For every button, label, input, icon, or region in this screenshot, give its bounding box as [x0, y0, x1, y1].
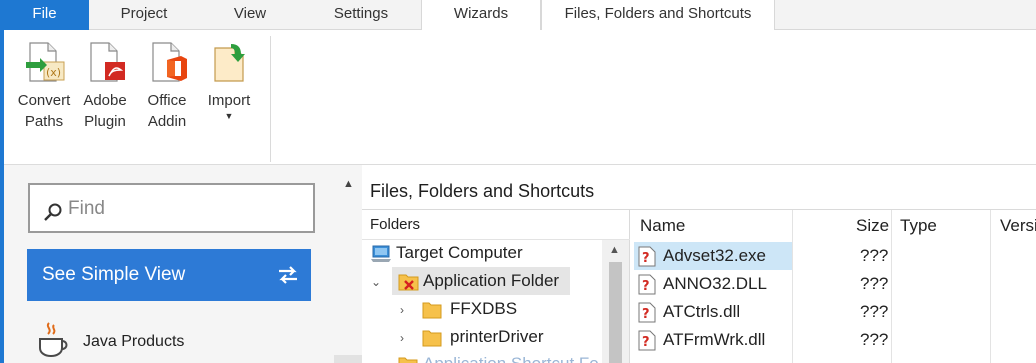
file-name: ATFrmWrk.dll — [663, 330, 766, 349]
file-name: Advset32.exe — [663, 246, 767, 265]
tree-label: Target Computer — [396, 243, 523, 262]
import-icon — [214, 44, 245, 82]
tab-view[interactable]: View — [199, 0, 301, 30]
convert-paths-icon: (x) — [26, 42, 65, 82]
column-header-size[interactable]: Size — [856, 210, 889, 242]
unknown-file-icon: ? — [638, 302, 656, 323]
file-size: ??? — [860, 330, 889, 349]
folder-error-icon — [398, 274, 419, 291]
convert-label-2: Paths — [24, 113, 64, 130]
office-label-2: Addin — [147, 113, 187, 130]
unknown-file-icon: ? — [638, 330, 656, 351]
scroll-up-arrow[interactable]: ▲ — [343, 178, 354, 190]
tree-item-printerdriver[interactable]: › printerDriver — [362, 323, 602, 351]
file-row[interactable]: ? Advset32.exe ??? — [632, 242, 1036, 270]
tree-item-ffxdbs[interactable]: › FFXDBS — [362, 295, 602, 323]
folder-icon — [422, 302, 442, 319]
accent-strip — [0, 30, 4, 165]
folders-tree: Folders Target Computer ⌄ Application Fo… — [362, 210, 630, 363]
java-products-item[interactable]: Java Products — [27, 322, 317, 363]
ribbon-group-separator — [270, 36, 271, 162]
adobe-plugin-button[interactable]: Adobe Plugin — [73, 38, 137, 132]
office-addin-button[interactable]: Office Addin — [135, 38, 199, 132]
file-size: ??? — [860, 302, 889, 321]
office-icon — [152, 42, 187, 82]
tree-label: FFXDBS — [450, 299, 518, 318]
search-icon — [44, 203, 62, 221]
svg-text:(x): (x) — [46, 66, 61, 79]
office-label-1: Office — [147, 92, 187, 109]
ribbon-panel: (x) Convert Paths Adobe Plugin Office Ad… — [0, 30, 1036, 165]
file-size: ??? — [860, 246, 889, 265]
search-box[interactable] — [28, 183, 315, 233]
folder-icon — [398, 357, 418, 363]
file-name: ANNO32.DLL — [663, 274, 767, 293]
page-title: Files, Folders and Shortcuts — [370, 181, 595, 201]
file-name: ATCtrls.dll — [663, 302, 741, 321]
scroll-up-arrow[interactable]: ▲ — [609, 244, 620, 256]
file-row[interactable]: ? ATCtrls.dll ??? — [632, 298, 1036, 326]
file-size: ??? — [860, 274, 889, 293]
pane-splitter[interactable]: ▲ — [334, 165, 362, 363]
column-header-version[interactable]: Versi — [1000, 210, 1036, 242]
tab-file[interactable]: File — [0, 0, 89, 30]
expand-arrow-icon[interactable]: › — [400, 324, 404, 352]
tree-label: Application Folder — [423, 271, 560, 290]
tab-project[interactable]: Project — [89, 0, 199, 30]
left-navigation-pane: See Simple View Java Products — [0, 165, 334, 363]
import-dropdown-caret[interactable]: ▼ — [197, 111, 261, 121]
column-header-name[interactable]: Name — [640, 210, 685, 242]
file-row[interactable]: ? ANNO32.DLL ??? — [632, 270, 1036, 298]
folders-header: Folders — [370, 216, 421, 233]
convert-paths-button[interactable]: (x) Convert Paths — [12, 38, 76, 132]
computer-icon — [371, 245, 391, 262]
tree-scrollbar[interactable]: ▲ — [602, 240, 629, 363]
scrollbar-track[interactable] — [334, 355, 362, 363]
tab-wizards[interactable]: Wizards — [421, 0, 541, 31]
svg-text:?: ? — [642, 335, 650, 350]
see-simple-view-button[interactable]: See Simple View — [27, 249, 311, 301]
scrollbar-thumb[interactable] — [609, 262, 622, 363]
java-products-label: Java Products — [83, 333, 185, 350]
expand-arrow-icon[interactable]: › — [400, 296, 404, 324]
simple-view-label: See Simple View — [42, 264, 186, 285]
adobe-label-2: Plugin — [84, 113, 126, 130]
adobe-label-1: Adobe — [83, 92, 127, 109]
tree-label: printerDriver — [450, 327, 544, 346]
ribbon-tab-bar: File Project View Settings Wizards Files… — [0, 0, 1036, 31]
convert-label-1: Convert — [17, 92, 71, 109]
folder-icon — [422, 330, 442, 347]
java-cup-icon — [39, 322, 68, 358]
search-input[interactable] — [68, 195, 298, 223]
adobe-pdf-icon — [90, 42, 125, 82]
files-list: Name Size Type Versi ? Advset32.exe ??? … — [632, 210, 1036, 363]
tree-item-application-folder[interactable]: ⌄ Application Folder — [362, 267, 602, 295]
tree-item-target-computer[interactable]: Target Computer — [362, 239, 602, 267]
column-header-type[interactable]: Type — [900, 210, 937, 242]
switch-arrows-icon — [279, 266, 297, 284]
collapse-arrow-icon[interactable]: ⌄ — [371, 268, 381, 296]
import-label: Import — [207, 92, 251, 109]
tree-label: Application Shortcut Fo — [423, 350, 599, 363]
svg-text:?: ? — [642, 251, 650, 266]
svg-text:?: ? — [642, 307, 650, 322]
tree-item-application-shortcut[interactable]: Application Shortcut Fo — [362, 350, 602, 363]
file-row[interactable]: ? ATFrmWrk.dll ??? — [632, 326, 1036, 354]
files-folders-pane: Files, Folders and Shortcuts Folders Tar… — [362, 165, 1036, 363]
unknown-file-icon: ? — [638, 246, 656, 267]
tab-settings[interactable]: Settings — [301, 0, 421, 30]
import-button[interactable]: Import ▼ — [197, 38, 261, 121]
unknown-file-icon: ? — [638, 274, 656, 295]
svg-text:?: ? — [642, 279, 650, 294]
tab-files-folders-shortcuts[interactable]: Files, Folders and Shortcuts — [541, 0, 775, 30]
